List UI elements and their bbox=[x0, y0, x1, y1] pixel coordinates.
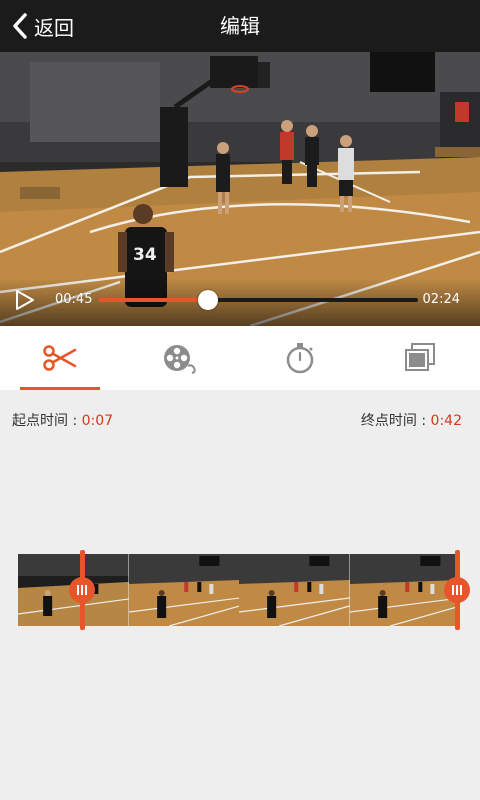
end-time-value: 0:42 bbox=[430, 413, 462, 429]
photo-stack-icon bbox=[405, 343, 435, 371]
film-reel-icon bbox=[164, 345, 196, 374]
trim-times: 起点时间 : 0:07 终点时间 : 0:42 bbox=[0, 410, 480, 434]
film-frame bbox=[128, 554, 239, 626]
start-time-label: 起点时间 : bbox=[12, 413, 78, 429]
back-label: 返回 bbox=[34, 15, 74, 40]
player-controls: 00:45 02:24 bbox=[0, 278, 480, 326]
play-icon[interactable] bbox=[12, 288, 36, 312]
trim-end: 终点时间 : 0:42 bbox=[361, 410, 462, 430]
tab-cover[interactable] bbox=[360, 326, 480, 390]
film-frame bbox=[239, 554, 350, 626]
current-time: 00:45 bbox=[55, 292, 93, 307]
total-time: 02:24 bbox=[422, 292, 460, 307]
tab-music[interactable] bbox=[120, 326, 240, 390]
scissors-icon bbox=[43, 345, 77, 371]
end-time-label: 终点时间 : bbox=[360, 413, 427, 429]
jersey-number: 34 bbox=[133, 245, 157, 265]
seek-bar-progress bbox=[98, 298, 209, 302]
video-player[interactable]: 34 00:45 02:24 bbox=[0, 52, 480, 326]
tab-speed[interactable] bbox=[240, 326, 360, 390]
edit-tabs bbox=[0, 326, 480, 390]
trim-start: 起点时间 : 0:07 bbox=[12, 410, 113, 430]
trim-start-handle[interactable] bbox=[69, 577, 95, 603]
seek-bar[interactable] bbox=[98, 290, 418, 310]
stopwatch-icon bbox=[286, 343, 314, 374]
trim-end-handle[interactable] bbox=[444, 577, 470, 603]
start-time-value: 0:07 bbox=[81, 413, 114, 429]
seek-thumb[interactable] bbox=[198, 290, 219, 310]
tab-trim[interactable] bbox=[0, 326, 120, 390]
top-bar: 返回 编辑 bbox=[0, 0, 480, 52]
chevron-left-icon bbox=[13, 13, 27, 39]
back-button[interactable]: 返回 bbox=[10, 8, 74, 44]
